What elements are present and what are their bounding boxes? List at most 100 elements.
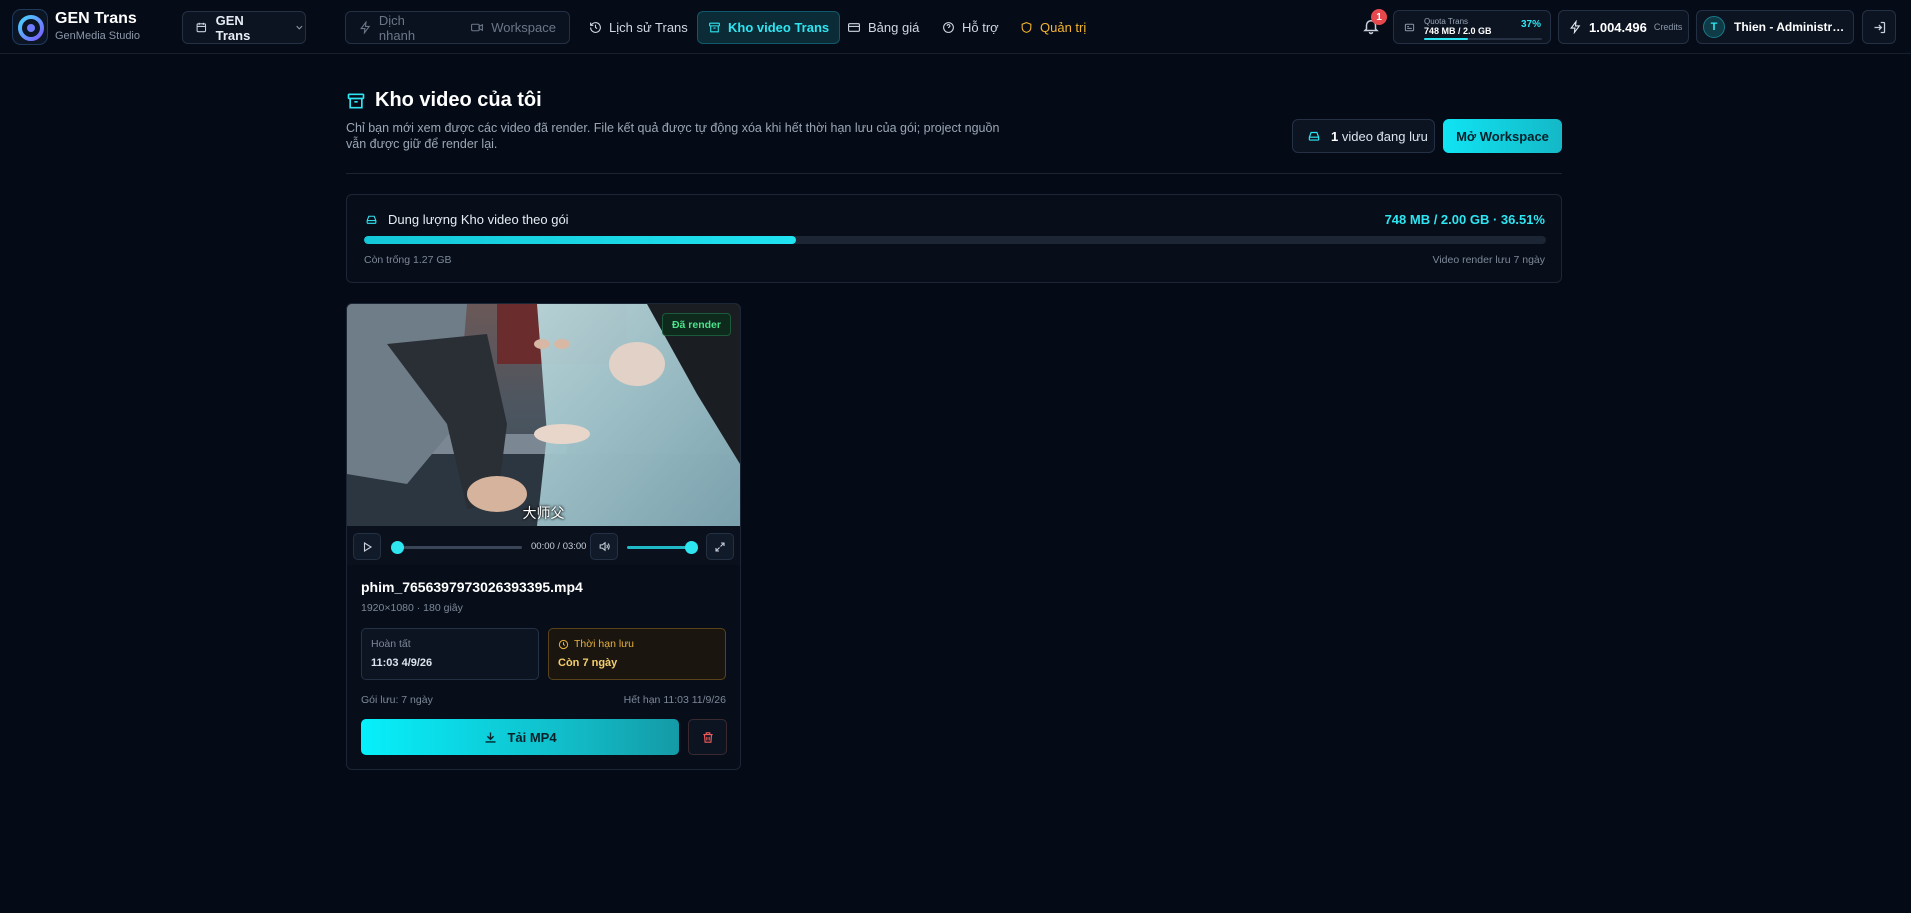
notification-count-badge: 1: [1371, 9, 1387, 25]
volume-handle[interactable]: [685, 541, 698, 554]
top-navigation-bar: GEN Trans GenMedia Studio GEN Trans Dịch…: [0, 0, 1911, 54]
open-workspace-button[interactable]: Mở Workspace: [1443, 119, 1562, 153]
brand-title: GEN Trans: [55, 10, 137, 27]
expand-icon: [715, 541, 725, 552]
nav-history[interactable]: Lịch sử Trans: [579, 11, 698, 44]
logout-icon: [1874, 21, 1885, 33]
credits-indicator[interactable]: 1.004.496 Credits: [1558, 10, 1689, 44]
storage-progress-bar: [364, 236, 1546, 244]
nav-workspace-label: Workspace: [491, 20, 556, 35]
archive-icon: [709, 22, 720, 33]
help-circle-icon: [943, 22, 954, 33]
storage-progress-fill: [364, 236, 796, 244]
nav-support-label: Hỗ trợ: [962, 20, 999, 35]
fullscreen-button[interactable]: [706, 533, 734, 560]
page-description: Chỉ bạn mới xem được các video đã render…: [346, 121, 1000, 151]
storage-title: Dung lượng Kho video theo gói: [364, 212, 569, 227]
trash-icon: [702, 731, 713, 743]
quota-label: Quota Trans: [1424, 17, 1469, 26]
video-frame-image: [347, 304, 740, 526]
header-divider: [346, 173, 1562, 174]
nav-video-library[interactable]: Kho video Trans: [697, 11, 841, 44]
lightning-icon: [1570, 20, 1581, 34]
retention-label: Thời hạn lưu: [558, 638, 634, 650]
nav-history-label: Lịch sử Trans: [609, 20, 688, 35]
video-filename: phim_7656397973026393395.mp4: [361, 579, 583, 595]
nav-pricing[interactable]: Bảng giá: [837, 11, 929, 44]
volume-slider[interactable]: [627, 541, 698, 554]
chevron-down-icon: [296, 25, 303, 30]
video-meta: 1920×1080 · 180 giây: [361, 602, 463, 614]
playback-time: 00:00 / 03:00: [531, 541, 587, 552]
volume-button[interactable]: [590, 533, 618, 560]
stored-video-count[interactable]: 1 video đang lưu: [1292, 119, 1435, 153]
clock-icon: [558, 639, 569, 649]
expiry-date-text: Hết hạn 11:03 11/9/26: [623, 694, 726, 706]
volume-icon: [599, 541, 610, 552]
archive-icon: [347, 93, 365, 108]
completed-value: 11:03 4/9/26: [371, 657, 433, 669]
completed-label: Hoàn tất: [371, 638, 411, 650]
stored-video-count-number: 1: [1331, 128, 1339, 144]
nav-admin-label: Quản trị: [1040, 20, 1087, 35]
credits-label: Credits: [1653, 22, 1683, 32]
stored-video-count-label: video đang lưu: [1341, 128, 1428, 144]
seek-bar[interactable]: [391, 541, 522, 554]
download-mp4-button[interactable]: Tải MP4: [361, 719, 679, 755]
nav-admin[interactable]: Quản trị: [1010, 11, 1096, 44]
render-status-badge: Đã render: [661, 313, 731, 336]
video-controls: 00:00 / 03:00: [347, 526, 740, 565]
download-mp4-label: Tải MP4: [507, 729, 557, 745]
quota-bar: [1424, 38, 1542, 40]
history-icon: [590, 22, 601, 33]
workspace-select-value: GEN Trans: [215, 12, 251, 43]
nav-workspace[interactable]: Workspace: [457, 12, 569, 43]
play-button[interactable]: [353, 533, 381, 560]
page-title-text: Kho video của tôi: [375, 89, 542, 111]
credits-value: 1.004.496: [1589, 19, 1647, 35]
lightning-icon: [360, 21, 371, 34]
app-logo[interactable]: [12, 9, 48, 45]
video-subtitle-text: 大师父: [522, 506, 565, 522]
video-player[interactable]: Đã render 大师父: [347, 304, 740, 526]
avatar: T: [1703, 16, 1725, 38]
quota-indicator[interactable]: Quota Trans 748 MB / 2.0 GB 37%: [1393, 10, 1551, 44]
seek-handle[interactable]: [391, 541, 404, 554]
nav-quick-translate[interactable]: Dịch nhanh: [346, 12, 457, 43]
quota-percent: 37%: [1520, 19, 1541, 30]
quota-value: 748 MB / 2.0 GB: [1424, 26, 1492, 36]
quota-bar-fill: [1424, 38, 1468, 40]
user-menu[interactable]: T Thien - Administrator: [1696, 10, 1854, 44]
download-icon: [485, 732, 496, 743]
nav-support[interactable]: Hỗ trợ: [932, 11, 1009, 44]
nav-pricing-label: Bảng giá: [868, 20, 920, 35]
logo-mark-icon: [18, 15, 44, 41]
hard-drive-icon: [1308, 131, 1320, 141]
credit-card-icon: [848, 23, 860, 32]
user-name: Thien - Administrator: [1734, 20, 1846, 34]
retention-info-box: Thời hạn lưu Còn 7 ngày: [548, 628, 726, 680]
storage-free-space: Còn trống 1.27 GB: [364, 254, 452, 266]
workspace-select[interactable]: GEN Trans: [182, 11, 306, 44]
delete-video-button[interactable]: [688, 719, 727, 755]
storage-retention: Video render lưu 7 ngày: [1432, 254, 1546, 266]
storage-title-text: Dung lượng Kho video theo gói: [388, 212, 569, 227]
video-camera-icon: [471, 23, 484, 32]
video-card: Đã render 大师父 00:00 / 03:00 phim_7656397…: [346, 303, 741, 770]
storage-plan-text: Gói lưu: 7 ngày: [361, 694, 433, 706]
retention-value: Còn 7 ngày: [558, 657, 618, 669]
logout-button[interactable]: [1862, 10, 1896, 44]
completed-info-box: Hoàn tất 11:03 4/9/26: [361, 628, 539, 680]
mode-segment: Dịch nhanh Workspace: [345, 11, 570, 44]
brand-subtitle: GenMedia Studio: [55, 30, 140, 42]
storage-usage-value: 748 MB / 2.00 GB · 36.51%: [1384, 212, 1545, 227]
shield-icon: [1021, 22, 1032, 33]
calendar-icon: [196, 22, 207, 33]
nav-quick-translate-label: Dịch nhanh: [378, 12, 416, 43]
page-title: Kho video của tôi: [346, 89, 542, 112]
retention-label-text: Thời hạn lưu: [574, 638, 635, 650]
storage-usage-card: Dung lượng Kho video theo gói 748 MB / 2…: [346, 194, 1562, 283]
hard-drive-icon: [366, 215, 377, 224]
play-icon: [363, 541, 373, 552]
storage-icon: [1404, 23, 1415, 32]
